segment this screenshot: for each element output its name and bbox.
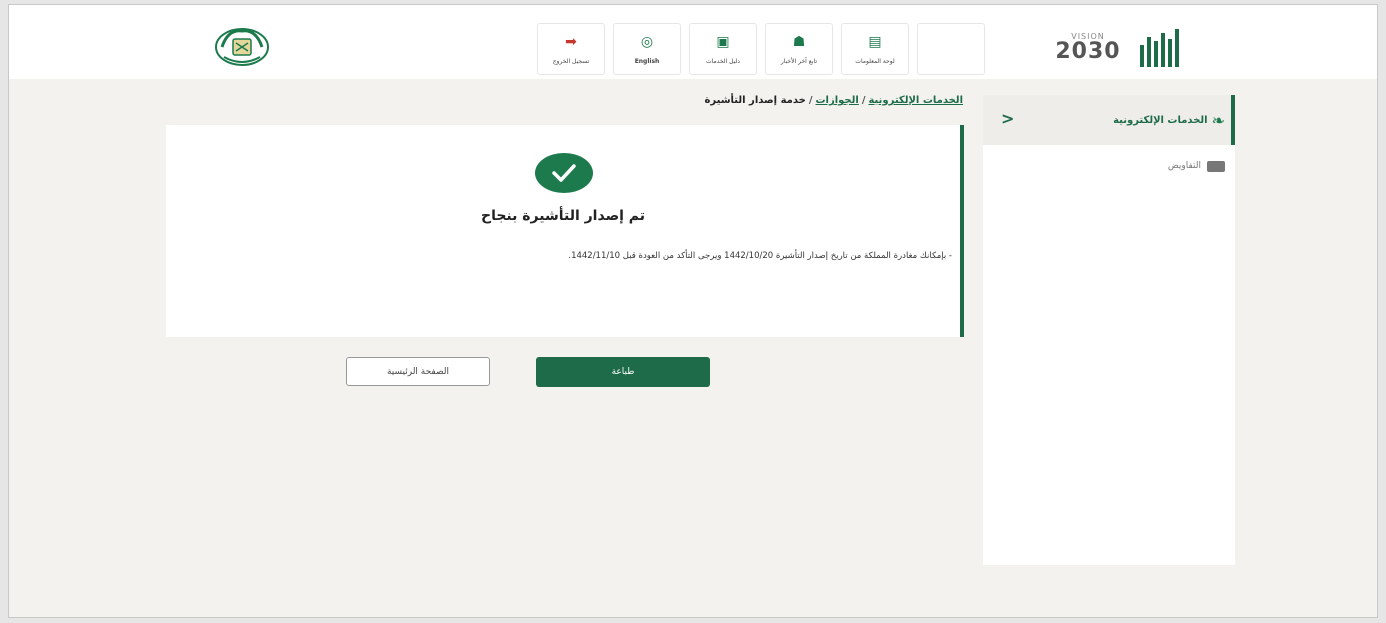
header: ➡ تسجيل الخروج ◎ English ▣ دليل الخدمات … — [9, 5, 1377, 79]
services-guide-button[interactable]: ▣ دليل الخدمات — [689, 23, 757, 75]
result-title: تم إصدار التأشيرة بنجاح — [480, 208, 646, 224]
logout-button[interactable]: ➡ تسجيل الخروج — [537, 23, 605, 75]
result-message: - بإمكانك مغادرة المملكة من تاريخ إصدار … — [568, 251, 952, 261]
breadcrumb-eservices[interactable]: الخدمات الإلكترونية — [868, 95, 963, 106]
breadcrumb: الخدمات الإلكترونية/الجوازات/خدمة إصدار … — [704, 95, 963, 106]
briefcase-icon — [1207, 160, 1225, 172]
absher-logo: VISION 2030 — [1044, 23, 1179, 71]
news-icon: ☗ — [792, 33, 806, 50]
sidebar-item-eservices[interactable]: ❧ الخدمات الإلكترونية < — [983, 95, 1235, 145]
news-button[interactable]: ☗ تابع آخر الأخبار — [765, 23, 833, 75]
dashboard-button[interactable]: ▤ لوحة المعلومات — [841, 23, 909, 75]
vision-2030-logo: VISION 2030 — [1055, 31, 1121, 64]
dashboard-icon: ▤ — [868, 33, 882, 50]
breadcrumb-current: خدمة إصدار التأشيرة — [704, 95, 806, 106]
home-page-button[interactable]: الصفحة الرئيسية — [346, 357, 490, 386]
success-check-icon — [535, 153, 593, 193]
breadcrumb-passports[interactable]: الجوازات — [816, 95, 859, 106]
nav-placeholder — [917, 23, 985, 75]
sidebar-item-delegations[interactable]: التفاويض — [983, 153, 1235, 179]
result-card: تم إصدار التأشيرة بنجاح - بإمكانك مغادرة… — [166, 125, 964, 337]
browser-frame: ➡ تسجيل الخروج ◎ English ▣ دليل الخدمات … — [8, 4, 1378, 618]
print-button[interactable]: طباعة — [536, 357, 710, 387]
globe-icon: ◎ — [640, 33, 654, 50]
leaf-icon: ❧ — [1211, 110, 1225, 130]
language-button[interactable]: ◎ English — [613, 23, 681, 75]
absher-mark-icon — [1140, 27, 1179, 67]
top-nav: ➡ تسجيل الخروج ◎ English ▣ دليل الخدمات … — [537, 23, 985, 75]
chevron-left-icon[interactable]: < — [1001, 109, 1014, 128]
guide-icon: ▣ — [716, 33, 730, 50]
logout-icon: ➡ — [565, 33, 577, 50]
ministry-emblem-icon — [215, 28, 269, 66]
sidebar: ❧ الخدمات الإلكترونية < التفاويض — [983, 95, 1235, 565]
